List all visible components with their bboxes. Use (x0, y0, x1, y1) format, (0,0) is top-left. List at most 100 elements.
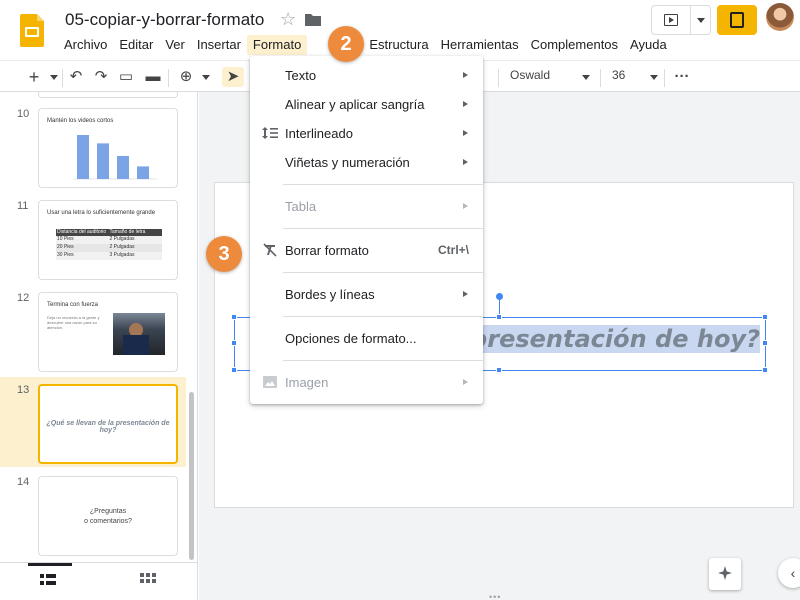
menu-estructura[interactable]: Estructura (363, 35, 434, 55)
menu-item-opciones-formato[interactable]: Opciones de formato... (250, 325, 483, 351)
menu-insertar[interactable]: Insertar (191, 35, 247, 55)
slide-number: 14 (17, 476, 30, 488)
thumb-table-cell: 30 Pies (57, 252, 74, 258)
resize-handle[interactable] (762, 314, 768, 320)
menu-ayuda[interactable]: Ayuda (624, 35, 673, 55)
menu-item-alinear[interactable]: Alinear y aplicar sangría (250, 91, 483, 117)
menu-item-vinetas[interactable]: Viñetas y numeración (250, 149, 483, 175)
menu-formato[interactable]: Formato (246, 35, 308, 55)
lock-share-icon (730, 12, 744, 28)
menu-divider (283, 316, 483, 317)
new-slide-chevron-icon[interactable] (50, 75, 58, 80)
slide-thumbnail-9[interactable] (38, 92, 178, 98)
slide-thumbnail-14[interactable]: ¿Preguntas o comentarios? (38, 476, 178, 556)
menu-editar[interactable]: Editar (113, 35, 159, 55)
resize-handle[interactable] (231, 367, 237, 373)
slide-thumbnail-13[interactable]: ¿Qué se llevan de la presentación de hoy… (38, 384, 178, 464)
menu-item-texto[interactable]: Texto (250, 62, 483, 88)
submenu-arrow-icon (463, 159, 468, 165)
thumb-table: Distancia del auditorio Tamaño de letra 1… (56, 229, 162, 260)
zoom-icon[interactable]: ⊕ (176, 67, 196, 87)
more-icon[interactable]: ··· (672, 67, 692, 87)
menu-item-interlineado[interactable]: Interlineado (250, 120, 483, 146)
resize-handle[interactable] (762, 367, 768, 373)
thumb-table-row: 20 Pies 2 Pulgadas (56, 244, 162, 252)
select-cursor-icon[interactable]: ➤ (222, 67, 244, 87)
rotation-handle[interactable] (496, 293, 503, 300)
menu-item-bordes[interactable]: Bordes y líneas (250, 281, 483, 307)
document-title[interactable]: 05-copiar-y-borrar-formato (65, 10, 264, 30)
step-badge-2: 2 (328, 26, 364, 62)
menu-divider (283, 228, 483, 229)
folder-icon[interactable] (305, 13, 321, 26)
menu-item-label: Imagen (285, 375, 329, 390)
menu-divider (283, 272, 483, 273)
menu-archivo[interactable]: Archivo (58, 35, 113, 55)
format-menu: Texto Alinear y aplicar sangría Interlin… (250, 56, 483, 404)
explore-button[interactable] (709, 558, 741, 590)
menu-herramientas[interactable]: Herramientas (435, 35, 525, 55)
menu-item-borrar-formato[interactable]: Borrar formato Ctrl+\ (250, 237, 483, 263)
filmstrip-scrollbar[interactable] (189, 392, 194, 560)
avatar[interactable] (766, 3, 794, 31)
print-icon[interactable]: ▭ (116, 67, 136, 87)
side-panel-toggle-icon[interactable]: ‹ (778, 558, 800, 588)
redo-icon[interactable]: ↷ (91, 67, 111, 87)
thumb-title: Termina con fuerza (47, 302, 99, 308)
new-slide-icon[interactable]: + (22, 67, 46, 87)
font-chevron-icon[interactable] (582, 75, 590, 80)
thumb-chart-bar (117, 155, 129, 179)
present-divider (690, 6, 691, 34)
submenu-arrow-icon (463, 203, 468, 209)
star-icon[interactable]: ☆ (280, 9, 296, 30)
submenu-arrow-icon (463, 130, 468, 136)
line-spacing-icon (262, 127, 278, 139)
grid-view-icon[interactable] (140, 573, 156, 587)
menu-item-shortcut: Ctrl+\ (437, 243, 469, 257)
thumb-table-cell: 3 Pulgadas (109, 252, 135, 258)
resize-handle[interactable] (231, 314, 237, 320)
toolbar-divider (498, 69, 499, 87)
slide-thumbnail-12[interactable]: Termina con fuerza Deja un recuerdo a la… (38, 292, 178, 372)
thumb-table-cell: Tamaño de letra (109, 229, 146, 235)
paint-format-icon[interactable]: ▬ (143, 67, 163, 87)
thumb-title: ¿Preguntas o comentarios? (84, 508, 132, 525)
thumb-photo-person-body (123, 335, 149, 355)
resize-grip[interactable]: ••• (489, 592, 501, 600)
menu-ver[interactable]: Ver (159, 35, 191, 55)
font-size-select[interactable]: 36 (612, 68, 652, 82)
resize-handle[interactable] (762, 340, 768, 346)
submenu-arrow-icon (463, 72, 468, 78)
thumb-chart-bar (77, 135, 89, 179)
present-button[interactable] (651, 5, 711, 35)
share-button[interactable] (717, 5, 757, 35)
menu-item-tabla: Tabla (250, 193, 483, 219)
menu-divider (283, 360, 483, 361)
thumb-table-cell: 10 Pies (57, 236, 74, 242)
filmstrip-view-icon[interactable] (40, 573, 56, 587)
menu-complementos[interactable]: Complementos (525, 35, 624, 55)
filmstrip-active-indicator (28, 563, 72, 566)
font-size-chevron-icon[interactable] (650, 75, 658, 80)
toolbar-divider (600, 69, 601, 87)
thumb-body-text: Deja un recuerdo a la gente y descubre u… (47, 315, 100, 330)
undo-icon[interactable]: ↶ (66, 67, 86, 87)
font-select[interactable]: Oswald (510, 68, 590, 82)
thumb-chart-bar (97, 143, 109, 179)
slides-logo-icon[interactable] (20, 14, 44, 47)
clear-format-icon (263, 243, 277, 257)
menu-item-label: Borrar formato (285, 243, 369, 258)
resize-handle[interactable] (231, 340, 237, 346)
chevron-down-icon[interactable] (697, 18, 705, 23)
zoom-chevron-icon[interactable] (202, 75, 210, 80)
present-icon (664, 14, 678, 26)
header: 05-copiar-y-borrar-formato ☆ Archivo Edi… (0, 0, 800, 58)
menu-item-label: Tabla (285, 199, 317, 214)
slide-number: 12 (17, 292, 30, 304)
slide-thumbnail-10[interactable]: Mantén los videos cortos (38, 108, 178, 188)
resize-handle[interactable] (496, 367, 502, 373)
slide-thumbnail-11[interactable]: Usar una letra lo suficientemente grande… (38, 200, 178, 280)
resize-handle[interactable] (496, 314, 502, 320)
submenu-arrow-icon (463, 291, 468, 297)
slide-number: 13 (17, 384, 30, 396)
